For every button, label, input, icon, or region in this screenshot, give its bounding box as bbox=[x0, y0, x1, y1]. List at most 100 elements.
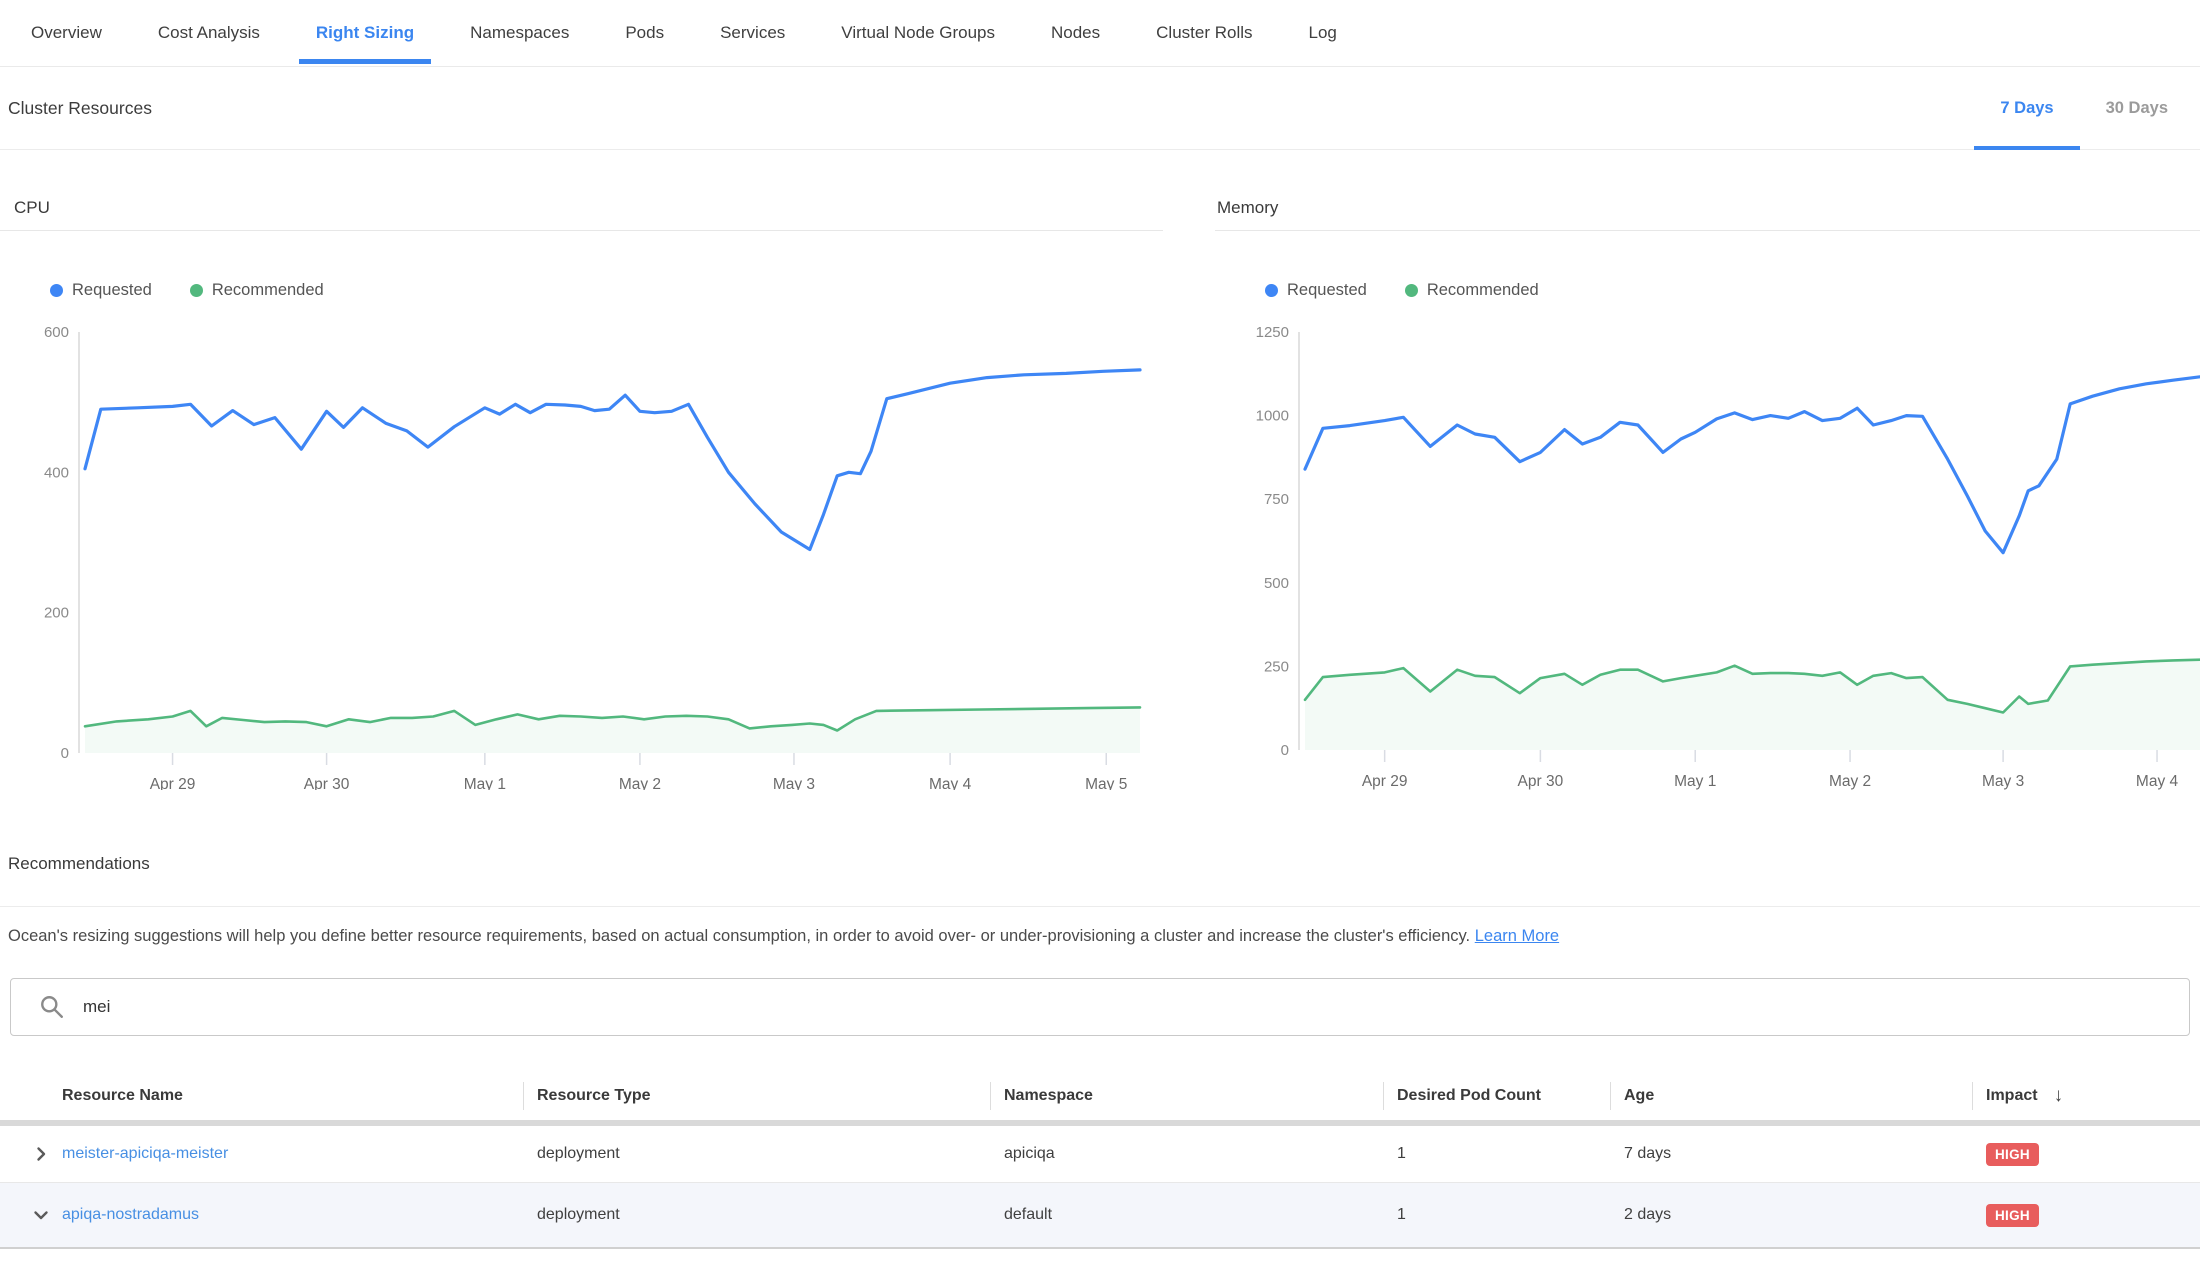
y-tick-label: 1250 bbox=[1256, 324, 1289, 341]
search-icon bbox=[39, 994, 65, 1020]
x-tick-label: May 1 bbox=[464, 776, 506, 790]
cell-resource-type: deployment bbox=[523, 1206, 990, 1224]
y-tick-label: 750 bbox=[1264, 491, 1289, 508]
tab-virtual-node-groups[interactable]: Virtual Node Groups bbox=[824, 0, 1012, 66]
cpu-chart: 0 200 400 600 Apr 29 Apr 30 May 1 May 2 May 3 May… bbox=[0, 320, 1163, 790]
column-header-namespace[interactable]: Namespace bbox=[990, 1072, 1383, 1120]
legend-item-requested[interactable]: Requested bbox=[50, 281, 152, 300]
impact-badge: HIGH bbox=[1986, 1204, 2039, 1227]
cpu-chart-head: CPU bbox=[0, 198, 1163, 231]
tab-cost-analysis[interactable]: Cost Analysis bbox=[141, 0, 277, 66]
chevron-right-icon[interactable] bbox=[20, 1142, 62, 1166]
cell-age: 2 days bbox=[1610, 1206, 1972, 1224]
memory-chart-head: Memory bbox=[1215, 198, 2200, 231]
range-tab-7-days[interactable]: 7 Days bbox=[1974, 67, 2079, 149]
cell-impact: HIGH bbox=[1972, 1204, 2200, 1227]
memory-chart-legend: Requested Recommended bbox=[1265, 281, 2200, 300]
cell-namespace: default bbox=[990, 1206, 1383, 1224]
y-tick-label: 0 bbox=[61, 745, 69, 762]
x-tick-label: May 3 bbox=[1982, 773, 2024, 790]
recommendations-description: Ocean's resizing suggestions will help y… bbox=[8, 927, 2200, 946]
range-tab-30-days[interactable]: 30 Days bbox=[2080, 67, 2194, 149]
column-header-label: Desired Pod Count bbox=[1397, 1087, 1541, 1105]
page-title: Cluster Resources bbox=[8, 98, 152, 119]
y-tick-label: 600 bbox=[44, 324, 69, 341]
x-tick-label: Apr 29 bbox=[150, 776, 196, 790]
x-tick-label: May 1 bbox=[1674, 773, 1716, 790]
recommended-legend-dot-icon bbox=[1405, 284, 1418, 297]
resource-name-link[interactable]: meister-apiciqa-meister bbox=[62, 1145, 523, 1163]
column-header-label: Namespace bbox=[1004, 1087, 1093, 1105]
charts-row: CPU Requested Recommended 0 200 400 600 Apr 2… bbox=[0, 150, 2200, 790]
column-header-desired-pod-count[interactable]: Desired Pod Count bbox=[1383, 1072, 1610, 1120]
legend-item-requested[interactable]: Requested bbox=[1265, 281, 1367, 300]
cell-impact: HIGH bbox=[1972, 1143, 2200, 1166]
y-tick-label: 400 bbox=[44, 464, 69, 481]
column-header-age[interactable]: Age bbox=[1610, 1072, 1972, 1120]
table-row[interactable]: apiqa-nostradamusdeploymentdefault12 day… bbox=[0, 1183, 2200, 1249]
tab-services[interactable]: Services bbox=[703, 0, 802, 66]
header-expander-spacer bbox=[20, 1072, 62, 1120]
legend-item-recommended[interactable]: Recommended bbox=[190, 281, 324, 300]
tab-overview[interactable]: Overview bbox=[14, 0, 119, 66]
legend-item-recommended[interactable]: Recommended bbox=[1405, 281, 1539, 300]
cpu-chart-title: CPU bbox=[14, 198, 1163, 218]
cell-age: 7 days bbox=[1610, 1145, 1972, 1163]
column-header-label: Age bbox=[1624, 1087, 1654, 1105]
resource-name-link[interactable]: apiqa-nostradamus bbox=[62, 1206, 523, 1224]
y-tick-label: 200 bbox=[44, 605, 69, 622]
tab-namespaces[interactable]: Namespaces bbox=[453, 0, 586, 66]
time-range-tabs: 7 Days30 Days bbox=[1974, 67, 2194, 149]
legend-label: Recommended bbox=[212, 281, 324, 300]
tab-cluster-rolls[interactable]: Cluster Rolls bbox=[1139, 0, 1269, 66]
recommendations-table: Resource Name Resource Type Namespace Desir… bbox=[0, 1072, 2200, 1249]
tab-pods[interactable]: Pods bbox=[608, 0, 681, 66]
tab-right-sizing[interactable]: Right Sizing bbox=[299, 0, 431, 66]
requested-line bbox=[1305, 377, 2200, 553]
column-header-impact[interactable]: Impact ↓ bbox=[1972, 1072, 2200, 1120]
recommendations-divider bbox=[0, 906, 2200, 907]
x-tick-label: May 3 bbox=[773, 776, 815, 790]
legend-label: Requested bbox=[1287, 281, 1367, 300]
column-header-resource-type[interactable]: Resource Type bbox=[523, 1072, 990, 1120]
search-input[interactable] bbox=[81, 996, 2189, 1018]
cell-namespace: apiciqa bbox=[990, 1145, 1383, 1163]
tab-bar: Overview Cost Analysis Right Sizing Namespa… bbox=[0, 0, 2200, 67]
legend-label: Requested bbox=[72, 281, 152, 300]
cell-desired-pod-count: 1 bbox=[1383, 1145, 1610, 1163]
cpu-chart-section: CPU Requested Recommended 0 200 400 600 Apr 2… bbox=[0, 198, 1163, 790]
y-tick-label: 500 bbox=[1264, 575, 1289, 592]
cluster-resources-header: Cluster Resources 7 Days30 Days bbox=[0, 67, 2200, 150]
tab-nodes[interactable]: Nodes bbox=[1034, 0, 1117, 66]
recommended-legend-dot-icon bbox=[190, 284, 203, 297]
table-row[interactable]: meister-apiciqa-meisterdeploymentapiciqa… bbox=[0, 1126, 2200, 1183]
search-box bbox=[10, 978, 2190, 1036]
column-header-label: Resource Name bbox=[62, 1087, 183, 1105]
y-tick-label: 250 bbox=[1264, 658, 1289, 675]
cpu-chart-legend: Requested Recommended bbox=[50, 281, 1163, 300]
tab-log[interactable]: Log bbox=[1292, 0, 1354, 66]
requested-line bbox=[85, 370, 1140, 550]
x-tick-label: May 2 bbox=[1829, 773, 1871, 790]
column-header-label: Impact bbox=[1986, 1087, 2038, 1105]
recommendations-description-text: Ocean's resizing suggestions will help y… bbox=[8, 927, 1470, 945]
memory-chart-title: Memory bbox=[1217, 198, 2200, 218]
right-sizing-page: Overview Cost Analysis Right Sizing Namespa… bbox=[0, 0, 2200, 1249]
y-tick-label: 0 bbox=[1281, 742, 1289, 759]
sort-desc-icon[interactable]: ↓ bbox=[2054, 1085, 2064, 1107]
x-tick-label: Apr 30 bbox=[304, 776, 350, 790]
chevron-down-icon[interactable] bbox=[20, 1203, 62, 1227]
table-body: meister-apiciqa-meister deployment apiciqa… bbox=[0, 1126, 2200, 1249]
x-tick-label: Apr 30 bbox=[1518, 773, 1564, 790]
x-tick-label: May 4 bbox=[2136, 773, 2179, 790]
memory-chart-section: Memory RequestedRecommended 025050075010… bbox=[1215, 198, 2200, 790]
x-tick-label: May 4 bbox=[929, 776, 972, 790]
requested-legend-dot-icon bbox=[1265, 284, 1278, 297]
x-tick-label: May 2 bbox=[619, 776, 661, 790]
column-header-resource-name[interactable]: Resource Name bbox=[62, 1072, 523, 1120]
learn-more-link[interactable]: Learn More bbox=[1475, 927, 1559, 945]
requested-legend-dot-icon bbox=[50, 284, 63, 297]
x-tick-label: May 5 bbox=[1085, 776, 1127, 790]
column-header-label: Resource Type bbox=[537, 1087, 651, 1105]
recommendations-section: Recommendations Ocean's resizing suggest… bbox=[0, 854, 2200, 1249]
